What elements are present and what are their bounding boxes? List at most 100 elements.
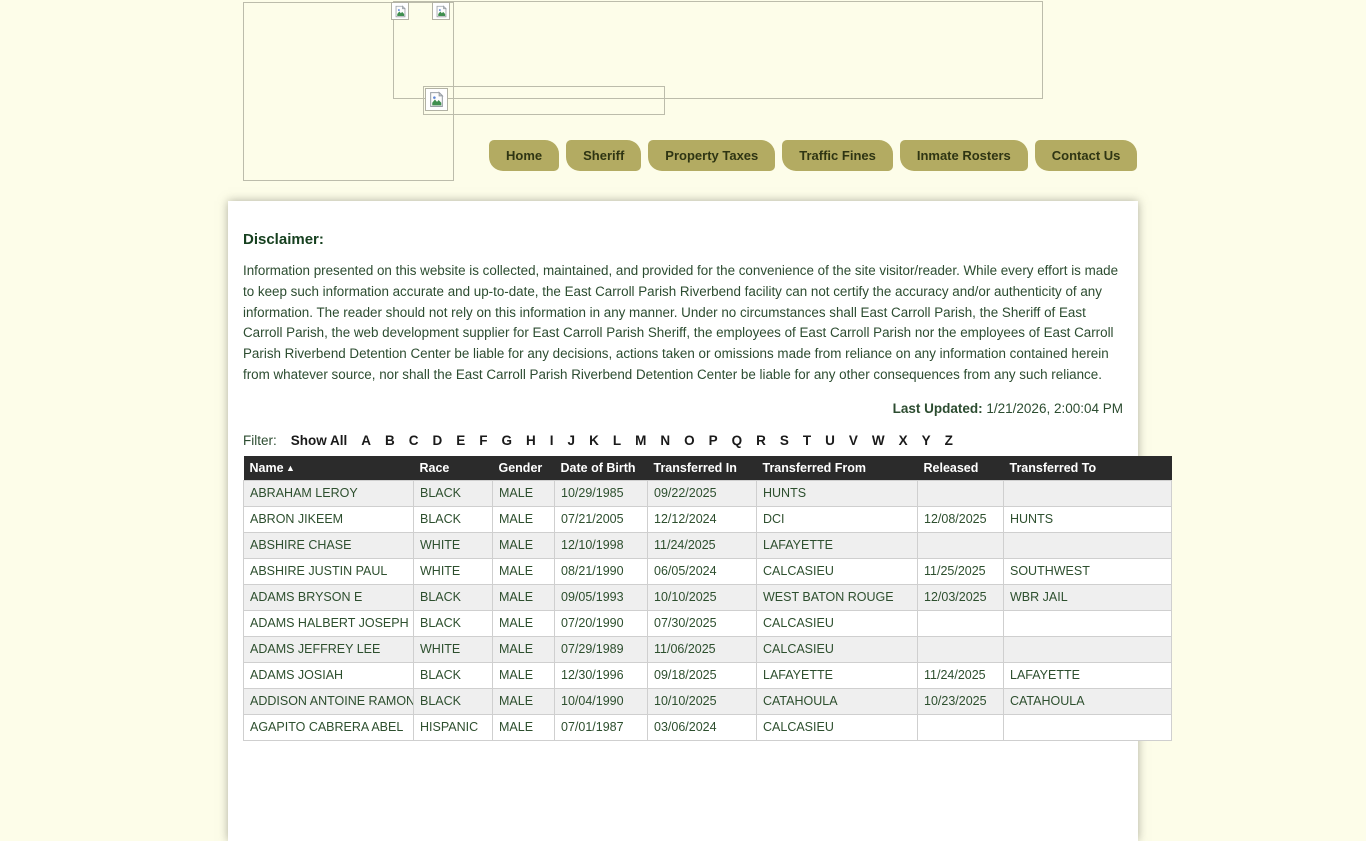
table-cell: MALE (493, 688, 555, 714)
table-cell: BLACK (414, 506, 493, 532)
table-cell (918, 532, 1004, 558)
table-cell: 12/10/1998 (555, 532, 648, 558)
table-cell: CATAHOULA (757, 688, 918, 714)
broken-image-icon (432, 2, 450, 20)
last-updated-value: 1/21/2026, 2:00:04 PM (986, 401, 1123, 416)
filter-letter-t[interactable]: T (803, 433, 811, 448)
table-cell: 07/30/2025 (648, 610, 757, 636)
filter-letter-e[interactable]: E (456, 433, 465, 448)
filter-letter-k[interactable]: K (589, 433, 599, 448)
column-header-name[interactable]: Name ▲ (244, 456, 414, 481)
table-cell: 10/04/1990 (555, 688, 648, 714)
filter-letter-a[interactable]: A (361, 433, 371, 448)
table-cell: 09/18/2025 (648, 662, 757, 688)
table-cell: 08/21/1990 (555, 558, 648, 584)
filter-letter-u[interactable]: U (825, 433, 835, 448)
filter-letter-b[interactable]: B (385, 433, 395, 448)
table-row: ADAMS JOSIAHBLACKMALE12/30/199609/18/202… (244, 662, 1172, 688)
table-cell: CALCASIEU (757, 610, 918, 636)
column-header-released[interactable]: Released (918, 456, 1004, 481)
table-cell: 12/03/2025 (918, 584, 1004, 610)
table-cell: WHITE (414, 558, 493, 584)
filter-letter-o[interactable]: O (684, 433, 695, 448)
column-header-transferred-to[interactable]: Transferred To (1004, 456, 1172, 481)
table-cell: 07/29/1989 (555, 636, 648, 662)
filter-letter-y[interactable]: Y (922, 433, 931, 448)
table-cell (918, 480, 1004, 506)
table-row: ADAMS HALBERT JOSEPHBLACKMALE07/20/19900… (244, 610, 1172, 636)
filter-letter-p[interactable]: P (709, 433, 718, 448)
site-header: HomeSheriffProperty TaxesTraffic FinesIn… (0, 0, 1366, 201)
table-cell: BLACK (414, 610, 493, 636)
table-cell: MALE (493, 610, 555, 636)
table-cell: ADDISON ANTOINE RAMON (244, 688, 414, 714)
table-cell: WBR JAIL (1004, 584, 1172, 610)
broken-image-icon (425, 88, 448, 111)
column-header-race[interactable]: Race (414, 456, 493, 481)
table-cell: BLACK (414, 584, 493, 610)
column-header-date-of-birth[interactable]: Date of Birth (555, 456, 648, 481)
column-header-transferred-from[interactable]: Transferred From (757, 456, 918, 481)
filter-letter-m[interactable]: M (635, 433, 646, 448)
filter-letter-c[interactable]: C (409, 433, 419, 448)
filter-letter-l[interactable]: L (613, 433, 621, 448)
table-cell: 11/06/2025 (648, 636, 757, 662)
filter-letter-g[interactable]: G (502, 433, 513, 448)
filter-letter-w[interactable]: W (872, 433, 885, 448)
table-cell: 11/24/2025 (918, 662, 1004, 688)
filter-letter-x[interactable]: X (899, 433, 908, 448)
filter-letter-r[interactable]: R (756, 433, 766, 448)
table-cell: WHITE (414, 532, 493, 558)
filter-letter-i[interactable]: I (550, 433, 554, 448)
nav-button-home[interactable]: Home (489, 140, 559, 171)
table-cell: 12/08/2025 (918, 506, 1004, 532)
filter-letter-q[interactable]: Q (732, 433, 743, 448)
table-cell: 11/25/2025 (918, 558, 1004, 584)
table-cell: WHITE (414, 636, 493, 662)
table-cell: LAFAYETTE (757, 662, 918, 688)
nav-button-sheriff[interactable]: Sheriff (566, 140, 641, 171)
table-cell: 06/05/2024 (648, 558, 757, 584)
table-cell: MALE (493, 558, 555, 584)
table-cell (918, 636, 1004, 662)
table-cell (1004, 480, 1172, 506)
table-cell (1004, 532, 1172, 558)
nav-button-contact-us[interactable]: Contact Us (1035, 140, 1138, 171)
nav-button-property-taxes[interactable]: Property Taxes (648, 140, 775, 171)
table-cell: 07/01/1987 (555, 714, 648, 740)
table-cell: ADAMS HALBERT JOSEPH (244, 610, 414, 636)
sort-ascending-icon: ▲ (284, 463, 295, 473)
filter-letter-f[interactable]: F (479, 433, 487, 448)
table-cell: WEST BATON ROUGE (757, 584, 918, 610)
table-row: ADAMS BRYSON EBLACKMALE09/05/199310/10/2… (244, 584, 1172, 610)
table-cell: MALE (493, 584, 555, 610)
table-cell: LAFAYETTE (1004, 662, 1172, 688)
table-cell (1004, 610, 1172, 636)
table-cell: CALCASIEU (757, 714, 918, 740)
filter-letter-n[interactable]: N (660, 433, 670, 448)
table-cell: 09/22/2025 (648, 480, 757, 506)
content-panel: Disclaimer: Information presented on thi… (228, 201, 1138, 841)
page: { "header": { "icons": ["broken-image-ic… (0, 0, 1366, 768)
filter-letter-d[interactable]: D (433, 433, 443, 448)
table-cell: 10/10/2025 (648, 688, 757, 714)
table-cell: MALE (493, 662, 555, 688)
filter-letter-v[interactable]: V (849, 433, 858, 448)
nav-button-traffic-fines[interactable]: Traffic Fines (782, 140, 893, 171)
table-row: ABRAHAM LEROYBLACKMALE10/29/198509/22/20… (244, 480, 1172, 506)
filter-letter-j[interactable]: J (568, 433, 576, 448)
nav-button-inmate-rosters[interactable]: Inmate Rosters (900, 140, 1028, 171)
table-row: ABSHIRE CHASEWHITEMALE12/10/199811/24/20… (244, 532, 1172, 558)
table-cell: 07/20/1990 (555, 610, 648, 636)
table-cell: MALE (493, 714, 555, 740)
filter-letter-h[interactable]: H (526, 433, 536, 448)
table-cell: HUNTS (1004, 506, 1172, 532)
table-cell: CALCASIEU (757, 636, 918, 662)
filter-letter-z[interactable]: Z (945, 433, 953, 448)
filter-letter-s[interactable]: S (780, 433, 789, 448)
table-cell: 11/24/2025 (648, 532, 757, 558)
column-header-gender[interactable]: Gender (493, 456, 555, 481)
column-header-transferred-in[interactable]: Transferred In (648, 456, 757, 481)
table-cell: HUNTS (757, 480, 918, 506)
filter-show-all[interactable]: Show All (291, 433, 348, 448)
